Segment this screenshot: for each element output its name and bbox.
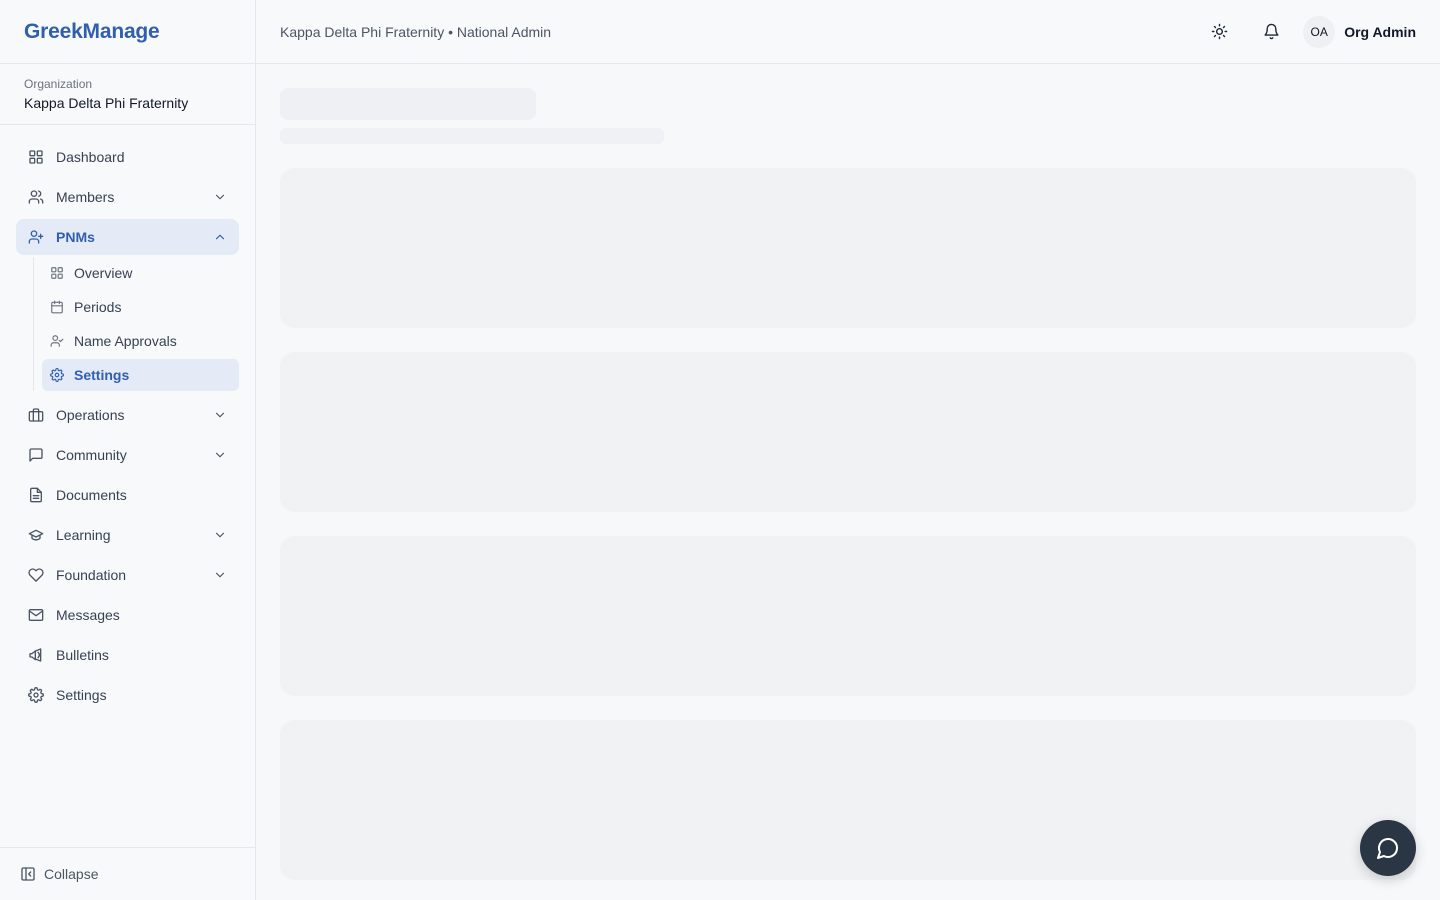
- chevron-down-icon[interactable]: [213, 568, 227, 582]
- user-check-icon: [50, 334, 64, 348]
- collapse-sidebar-button[interactable]: Collapse: [0, 847, 255, 900]
- sidebar-item-pnms[interactable]: PNMs: [16, 219, 239, 255]
- sidebar-item-label: Members: [56, 189, 115, 205]
- breadcrumb: Kappa Delta Phi Fraternity • National Ad…: [280, 23, 552, 40]
- gear-icon: [50, 368, 64, 382]
- skeleton-card: [280, 720, 1416, 880]
- sidebar-item-label: Operations: [56, 407, 125, 423]
- sidebar-item-label: Bulletins: [56, 647, 109, 663]
- sidebar: GreekManage Organization Kappa Delta Phi…: [0, 0, 256, 900]
- sun-icon: [1211, 23, 1227, 40]
- graduation-cap-icon: [28, 527, 44, 543]
- sidebar-item-bulletins[interactable]: Bulletins: [16, 637, 239, 673]
- sidebar-item-label: Foundation: [56, 567, 127, 583]
- bell-icon: [1264, 23, 1279, 40]
- skeleton-subtitle: [280, 128, 664, 144]
- megaphone-icon: [28, 647, 44, 663]
- topbar: Kappa Delta Phi Fraternity • National Ad…: [256, 0, 1440, 64]
- skeleton-title: [280, 88, 536, 120]
- chat-button[interactable]: [1360, 820, 1416, 876]
- sidebar-item-dashboard[interactable]: Dashboard: [16, 139, 239, 175]
- skeleton-card: [280, 536, 1416, 696]
- sidebar-item-messages[interactable]: Messages: [16, 597, 239, 633]
- sidebar-item-foundation[interactable]: Foundation: [16, 557, 239, 593]
- chevron-down-icon[interactable]: [213, 190, 227, 204]
- main-area: Kappa Delta Phi Fraternity • National Ad…: [256, 0, 1440, 900]
- sidebar-nav: Dashboard Members PNMs Overview Periods …: [0, 125, 255, 713]
- sidebar-item-settings[interactable]: Settings: [16, 677, 239, 713]
- user-plus-icon: [28, 229, 44, 245]
- avatar[interactable]: OA: [1303, 15, 1336, 48]
- grid-icon: [50, 266, 64, 280]
- content-loading-skeleton: [256, 64, 1440, 880]
- sidebar-item-learning[interactable]: Learning: [16, 517, 239, 553]
- submenu-item-label: Settings: [74, 367, 130, 383]
- chat-bubble-icon: [1377, 838, 1398, 859]
- users-icon: [28, 189, 44, 205]
- gear-icon: [28, 687, 44, 703]
- sidebar-item-documents[interactable]: Documents: [16, 477, 239, 513]
- sidebar-item-label: PNMs: [56, 229, 95, 245]
- heart-icon: [28, 567, 44, 583]
- submenu-item-label: Name Approvals: [74, 333, 177, 349]
- skeleton-card: [280, 168, 1416, 328]
- sidebar-collapse-icon: [20, 866, 36, 882]
- theme-toggle-button[interactable]: [1201, 14, 1237, 50]
- submenu-item-label: Periods: [74, 299, 122, 315]
- sidebar-item-members[interactable]: Members: [16, 179, 239, 215]
- sidebar-item-label: Messages: [56, 607, 120, 623]
- sidebar-item-label: Learning: [56, 527, 111, 543]
- sidebar-item-label: Settings: [56, 687, 107, 703]
- pnms-submenu: Overview Periods Name Approvals Settings: [33, 257, 239, 391]
- submenu-item-overview[interactable]: Overview: [42, 257, 239, 289]
- app-shell: GreekManage Organization Kappa Delta Phi…: [0, 0, 1440, 900]
- sidebar-item-community[interactable]: Community: [16, 437, 239, 473]
- chevron-up-icon[interactable]: [213, 230, 227, 244]
- submenu-item-label: Overview: [74, 265, 133, 281]
- calendar-icon: [50, 300, 64, 314]
- sidebar-item-label: Documents: [56, 487, 127, 503]
- chevron-down-icon[interactable]: [213, 528, 227, 542]
- submenu-item-settings[interactable]: Settings: [42, 359, 239, 391]
- message-square-icon: [28, 447, 44, 463]
- organization-label: Organization: [24, 77, 93, 91]
- collapse-label: Collapse: [44, 866, 99, 882]
- briefcase-icon: [28, 407, 44, 423]
- file-text-icon: [28, 487, 44, 503]
- chevron-down-icon[interactable]: [213, 408, 227, 422]
- skeleton-card: [280, 352, 1416, 512]
- sidebar-item-label: Dashboard: [56, 149, 125, 165]
- chevron-down-icon[interactable]: [213, 448, 227, 462]
- organization-switcher[interactable]: Organization Kappa Delta Phi Fraternity: [0, 64, 255, 125]
- brand[interactable]: GreekManage: [0, 0, 255, 64]
- grid-icon: [28, 149, 44, 165]
- sidebar-item-operations[interactable]: Operations: [16, 397, 239, 433]
- submenu-item-periods[interactable]: Periods: [42, 291, 239, 323]
- sidebar-item-label: Community: [56, 447, 127, 463]
- user-name: Org Admin: [1344, 23, 1416, 40]
- topbar-actions: OA Org Admin: [1185, 14, 1416, 50]
- user-menu[interactable]: OA Org Admin: [1303, 15, 1416, 48]
- mail-icon: [28, 607, 44, 623]
- notifications-button[interactable]: [1253, 14, 1289, 50]
- submenu-item-name-approvals[interactable]: Name Approvals: [42, 325, 239, 357]
- brand-logo-text[interactable]: GreekManage: [24, 20, 160, 44]
- organization-name: Kappa Delta Phi Fraternity: [24, 95, 189, 111]
